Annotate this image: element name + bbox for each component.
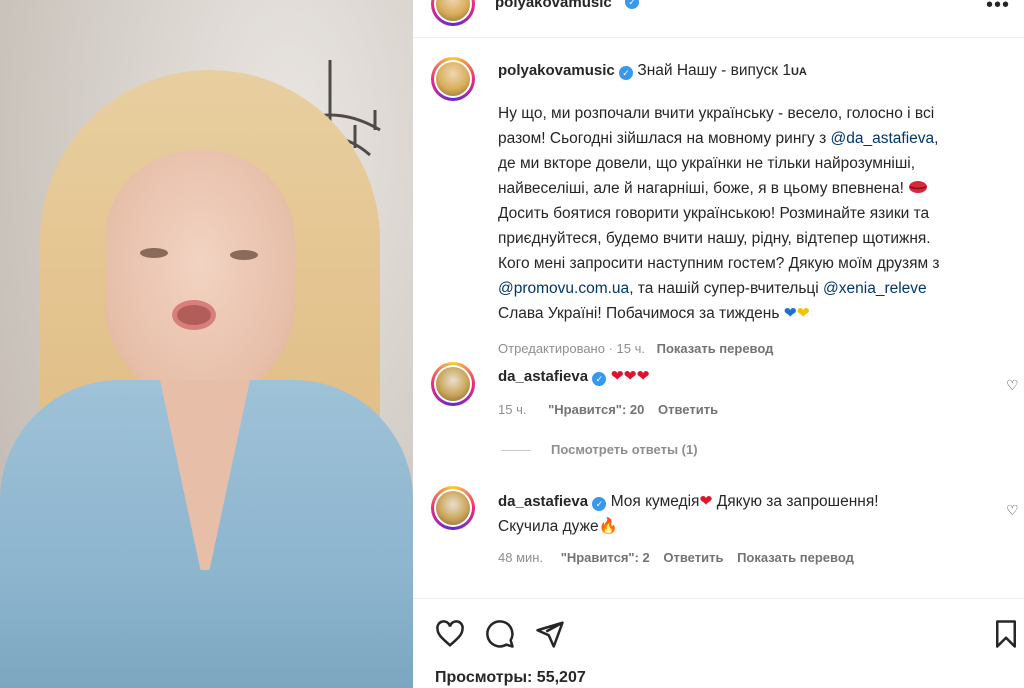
post-header: polyakovamusic ✓ •••	[413, 0, 1024, 38]
views-label: Просмотры:	[435, 669, 533, 686]
comment-text-line: Скучила дуже🔥	[498, 514, 978, 539]
share-icon[interactable]	[535, 619, 565, 649]
author-avatar[interactable]	[431, 0, 475, 26]
red-heart-emoji-icon: ❤	[699, 493, 713, 510]
comment-text: Моя кумедія	[610, 493, 700, 510]
post-side-panel: polyakovamusic ✓ ••• polyakovamusic ✓ Зн…	[413, 0, 1024, 688]
fire-emoji-icon: 🔥	[598, 518, 618, 535]
comment-text: Дякую за запрошення!	[712, 493, 879, 510]
translate-button[interactable]: Показать перевод	[657, 341, 774, 356]
post-viewer: polyakovamusic ✓ ••• polyakovamusic ✓ Зн…	[0, 0, 1024, 688]
caption-line: де ми вкторе довели, що українки не тіль…	[498, 155, 916, 172]
comment-meta: 15 ч. "Нравится": 20 Ответить	[498, 397, 978, 422]
flag-text: UA	[790, 66, 807, 78]
comment-text: Скучила дуже	[498, 518, 599, 535]
bookmark-icon[interactable]	[991, 619, 1021, 649]
comment-username[interactable]: da_astafieva	[498, 368, 588, 385]
red-heart-emoji-icon: ❤❤❤	[610, 368, 650, 385]
blue-heart-emoji-icon: ❤	[783, 305, 797, 322]
subject-face	[105, 150, 295, 400]
yellow-heart-emoji-icon: ❤	[796, 305, 810, 322]
caption-line: Ну що, ми розпочали вчити українську - в…	[498, 105, 935, 122]
caption-line: приєднуйтеся, будемо вчити нашу, рідну, …	[498, 230, 931, 247]
reply-button[interactable]: Ответить	[663, 550, 723, 565]
caption-text: найвеселіші, але й нагарніші, боже, я в …	[498, 180, 904, 197]
mention-link[interactable]: @da_astafieva	[831, 130, 935, 147]
caption-title: Знай Нашу - випуск 1	[637, 62, 791, 79]
caption-text: Слава Україні! Побачимося за тиждень	[498, 305, 780, 322]
verified-icon: ✓	[592, 497, 607, 511]
caption-text: ,	[934, 130, 939, 147]
caption-text: разом! Сьогодні зійшлася на мовному ринг…	[498, 130, 831, 147]
caption-username[interactable]: polyakovamusic	[498, 62, 615, 79]
lips-emoji-icon	[909, 181, 928, 193]
caption-line: разом! Сьогодні зійшлася на мовному ринг…	[498, 126, 998, 151]
caption-author-avatar[interactable]	[431, 57, 475, 101]
like-comment-icon[interactable]: ♡	[1006, 503, 1020, 517]
edited-label: Отредактировано	[498, 341, 605, 356]
caption-header: polyakovamusic ✓ Знай Нашу - випуск 1UA	[498, 58, 998, 85]
caption-line: @promovu.com.ua, та нашій супер-вчительц…	[498, 276, 998, 301]
replies-divider	[501, 450, 531, 452]
comment-icon[interactable]	[485, 619, 515, 649]
caption-meta: Отредактировано · 15 ч. Показать перевод	[498, 341, 774, 356]
more-icon[interactable]: •••	[986, 0, 1010, 17]
caption-line: Досить боятися говорити українською! Роз…	[498, 205, 930, 222]
translate-button[interactable]: Показать перевод	[737, 550, 854, 565]
post-video[interactable]	[0, 0, 413, 688]
views-number: 55,207	[536, 669, 586, 686]
verified-icon: ✓	[592, 372, 607, 386]
reply-button[interactable]: Ответить	[658, 402, 718, 417]
subject-eye-right	[230, 250, 258, 260]
verified-icon: ✓	[625, 0, 639, 9]
header-username[interactable]: polyakovamusic	[495, 0, 612, 11]
mention-link[interactable]: @promovu.com.ua	[498, 280, 629, 297]
caption-line: Кого мені запросити наступним гостем? Дя…	[498, 255, 940, 272]
like-comment-icon[interactable]: ♡	[1006, 378, 1020, 392]
comment-item: da_astafieva ✓ Моя кумедія❤ Дякую за зап…	[498, 489, 978, 570]
subject-mouth	[172, 300, 216, 330]
view-replies-label: Посмотреть ответы (1)	[551, 442, 698, 457]
views-count: Просмотры: 55,207	[435, 669, 586, 687]
caption-body: Ну що, ми розпочали вчити українську - в…	[498, 101, 998, 326]
mention-link[interactable]: @xenia_releve	[823, 280, 927, 297]
comment-item: da_astafieva ✓ ❤❤❤ 15 ч. "Нравится": 20 …	[498, 364, 978, 422]
comment-likes[interactable]: "Нравится": 20	[548, 402, 644, 417]
post-actions: Просмотры: 55,207	[413, 598, 1024, 688]
comment-avatar[interactable]	[431, 362, 475, 406]
comment-meta: 48 мин. "Нравится": 2 Ответить Показать …	[498, 545, 978, 570]
comment-username[interactable]: da_astafieva	[498, 493, 588, 510]
comment-time: 15 ч.	[498, 402, 527, 417]
caption-line: Слава Україні! Побачимося за тиждень ❤❤	[498, 301, 998, 326]
comment-likes[interactable]: "Нравится": 2	[561, 550, 650, 565]
subject-eye-left	[140, 248, 168, 258]
comment-avatar[interactable]	[431, 486, 475, 530]
caption-time: 15 ч.	[616, 341, 645, 356]
comment-time: 48 мин.	[498, 550, 544, 565]
caption-line: найвеселіші, але й нагарніші, боже, я в …	[498, 176, 998, 201]
verified-icon: ✓	[619, 66, 634, 80]
post-caption: polyakovamusic ✓ Знай Нашу - випуск 1UA …	[498, 58, 998, 361]
heart-icon[interactable]	[435, 619, 465, 649]
view-replies-button[interactable]: Посмотреть ответы (1)	[501, 442, 698, 457]
caption-text: , та нашій супер-вчительці	[629, 280, 824, 297]
